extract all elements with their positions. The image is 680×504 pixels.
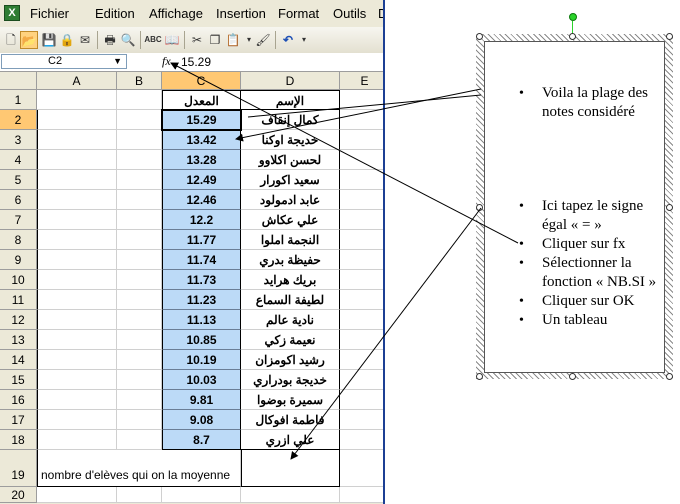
arrow-to-range-top <box>247 94 482 118</box>
arrow-to-range <box>235 88 482 142</box>
callout-arrows <box>170 62 519 460</box>
arrow-to-result-cell <box>290 207 482 460</box>
arrow-to-fx <box>170 62 519 244</box>
